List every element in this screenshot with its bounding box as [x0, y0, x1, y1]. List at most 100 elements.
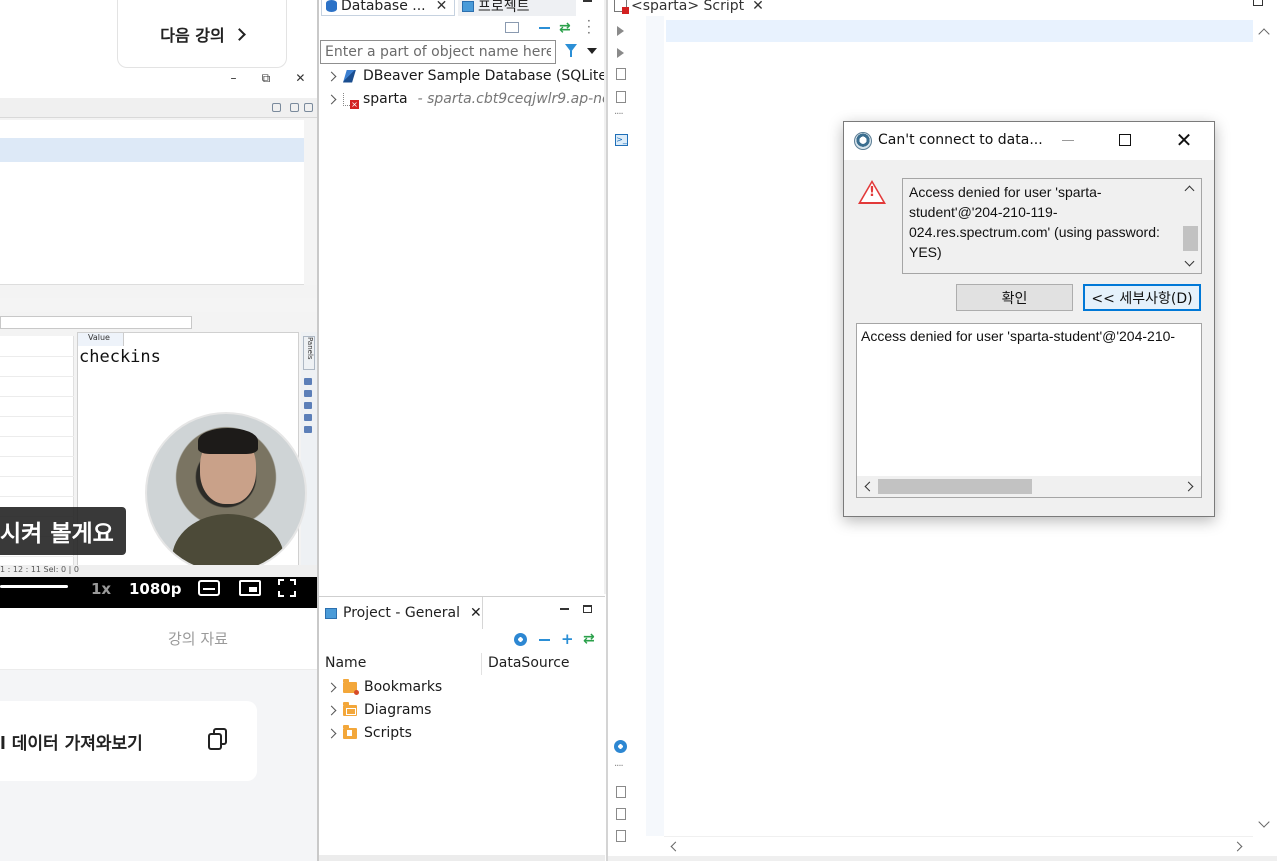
chevron-right-icon[interactable]: [326, 94, 337, 104]
editor-vertical-scrollbar[interactable]: [1253, 16, 1277, 836]
warning-icon: [858, 180, 886, 204]
restore-icon[interactable]: ⧉: [262, 71, 271, 86]
tab-database-navigator[interactable]: Database ... ✕: [321, 0, 455, 16]
copy-icon[interactable]: [207, 728, 229, 752]
minimize-icon[interactable]: [560, 608, 569, 610]
picture-in-picture-icon[interactable]: [239, 580, 261, 596]
video-filter-field: [0, 316, 192, 329]
save-script-icon[interactable]: [616, 830, 626, 842]
gear-icon[interactable]: [514, 633, 527, 646]
tree-item-sparta-connection[interactable]: sparta - sparta.cbt9ceqjwlr9.ap-nor: [319, 88, 616, 110]
video-progress-bar[interactable]: [0, 585, 68, 588]
tree-item-bookmarks[interactable]: Bookmarks: [319, 676, 442, 698]
selected-row: [0, 138, 304, 162]
tree-item-diagrams[interactable]: Diagrams: [319, 699, 431, 721]
maximize-icon[interactable]: [1119, 134, 1131, 146]
chevron-down-icon[interactable]: [587, 48, 597, 54]
chevron-right-icon: [232, 27, 246, 41]
web-course-player: 다음 강의 – ⧉ ✕ Value checkins Panels 시켜 볼게요…: [0, 0, 318, 861]
embedded-window-controls: – ⧉ ✕: [218, 68, 318, 88]
panels-label: Panels: [303, 336, 315, 370]
playback-speed-button[interactable]: 1x: [91, 580, 111, 598]
explain-plan-icon[interactable]: [616, 91, 626, 103]
minimize-icon[interactable]: –: [231, 71, 237, 85]
chevron-right-icon[interactable]: [326, 682, 337, 692]
editor-horizontal-scrollbar[interactable]: [664, 836, 1253, 856]
editor-text-area[interactable]: [666, 20, 1253, 42]
close-icon[interactable]: ✕: [295, 71, 305, 85]
more-icon[interactable]: ····: [614, 761, 624, 772]
execute-statement-icon[interactable]: [617, 26, 624, 36]
video-subtitle: 시켜 볼게요: [0, 507, 126, 555]
search-icon: [272, 103, 281, 112]
video-results-pane: [0, 120, 304, 285]
video-tabstrip: [0, 298, 318, 312]
console-icon[interactable]: >_: [615, 134, 628, 146]
view-menu-icon[interactable]: · · ·: [587, 15, 591, 39]
link-editor-icon[interactable]: ⇄: [559, 20, 571, 36]
error-details-text: Access denied for user 'sparta-student'@…: [861, 328, 1176, 344]
sqlite-icon: [343, 69, 356, 83]
dbeaver-icon: [854, 132, 872, 150]
close-icon[interactable]: ✕: [436, 0, 448, 14]
project-table-header: Name DataSource: [319, 653, 605, 675]
lesson-title: l 데이터 가져와보기: [0, 734, 143, 754]
column-name[interactable]: Name: [325, 655, 366, 671]
minimize-icon[interactable]: [583, 0, 592, 2]
message-scrollbar[interactable]: [1180, 179, 1201, 273]
maximize-icon[interactable]: [1253, 0, 1263, 6]
tab-course-materials[interactable]: 강의 자료: [168, 628, 228, 649]
database-icon: [326, 0, 337, 12]
next-lesson-label: 다음 강의: [160, 25, 225, 45]
more-icon[interactable]: ····: [614, 109, 624, 120]
tree-item-scripts[interactable]: Scripts: [319, 722, 412, 744]
export-icon[interactable]: [616, 786, 626, 798]
collapse-all-icon[interactable]: [539, 639, 550, 641]
chevron-right-icon: [1183, 481, 1194, 492]
collapse-all-icon[interactable]: [539, 27, 550, 29]
execute-script-icon[interactable]: [616, 68, 626, 80]
close-icon[interactable]: ✕: [752, 0, 764, 14]
expand-icon[interactable]: +: [561, 630, 574, 648]
panel-icon: [304, 414, 312, 421]
maximize-icon[interactable]: [583, 605, 592, 613]
close-icon[interactable]: ✕: [470, 605, 482, 621]
tab-project-general[interactable]: Project - General ✕: [319, 597, 483, 629]
filter-icon[interactable]: [565, 44, 577, 58]
subtitles-icon[interactable]: [198, 580, 220, 596]
panel-icon: [290, 103, 299, 112]
chevron-right-icon[interactable]: [326, 705, 337, 715]
gear-icon[interactable]: [614, 740, 627, 753]
database-navigator-panel: Database ... ✕ 프로젝트 ⇄ ··· DBeaver Sample…: [319, 0, 616, 594]
error-details-box[interactable]: Access denied for user 'sparta-student'@…: [856, 323, 1202, 498]
execute-new-tab-icon[interactable]: [617, 48, 624, 58]
ok-button[interactable]: 확인: [956, 284, 1073, 311]
dialog-title: Can't connect to data...: [878, 132, 1043, 148]
video-status-strip: 1 : 12 : 11 Sel: 0 | 0: [0, 565, 318, 577]
fullscreen-icon[interactable]: [278, 579, 296, 597]
link-editor-icon[interactable]: ⇄: [583, 631, 595, 647]
panel-icon: [304, 390, 312, 397]
quality-button[interactable]: 1080p: [129, 580, 182, 598]
minimize-icon[interactable]: [1062, 140, 1074, 141]
next-lesson-button[interactable]: 다음 강의: [117, 0, 287, 68]
column-datasource[interactable]: DataSource: [488, 655, 570, 671]
error-message: Access denied for user 'sparta-student'@…: [909, 184, 1160, 260]
chevron-right-icon[interactable]: [326, 71, 337, 81]
chevron-up-icon: [1184, 185, 1195, 196]
new-folder-icon[interactable]: [505, 22, 519, 33]
tree-item-sample-database[interactable]: DBeaver Sample Database (SQLite): [319, 65, 613, 87]
load-script-icon[interactable]: [616, 808, 626, 820]
object-name-search-input[interactable]: [320, 40, 556, 64]
navigator-toolbar: ⇄ · · ·: [319, 15, 605, 39]
diagrams-folder-icon: [343, 701, 357, 716]
details-horizontal-scrollbar[interactable]: [857, 476, 1201, 497]
video-app-toolbar: [0, 98, 318, 118]
scripts-folder-icon: [343, 724, 357, 739]
tab-sparta-script[interactable]: <sparta> Script ✕: [612, 0, 764, 15]
chevron-right-icon[interactable]: [326, 728, 337, 738]
close-icon[interactable]: ✕: [1174, 129, 1194, 151]
details-button[interactable]: << 세부사항(D): [1083, 284, 1201, 311]
tab-projects[interactable]: 프로젝트: [458, 0, 576, 16]
value-text: checkins: [79, 347, 161, 367]
